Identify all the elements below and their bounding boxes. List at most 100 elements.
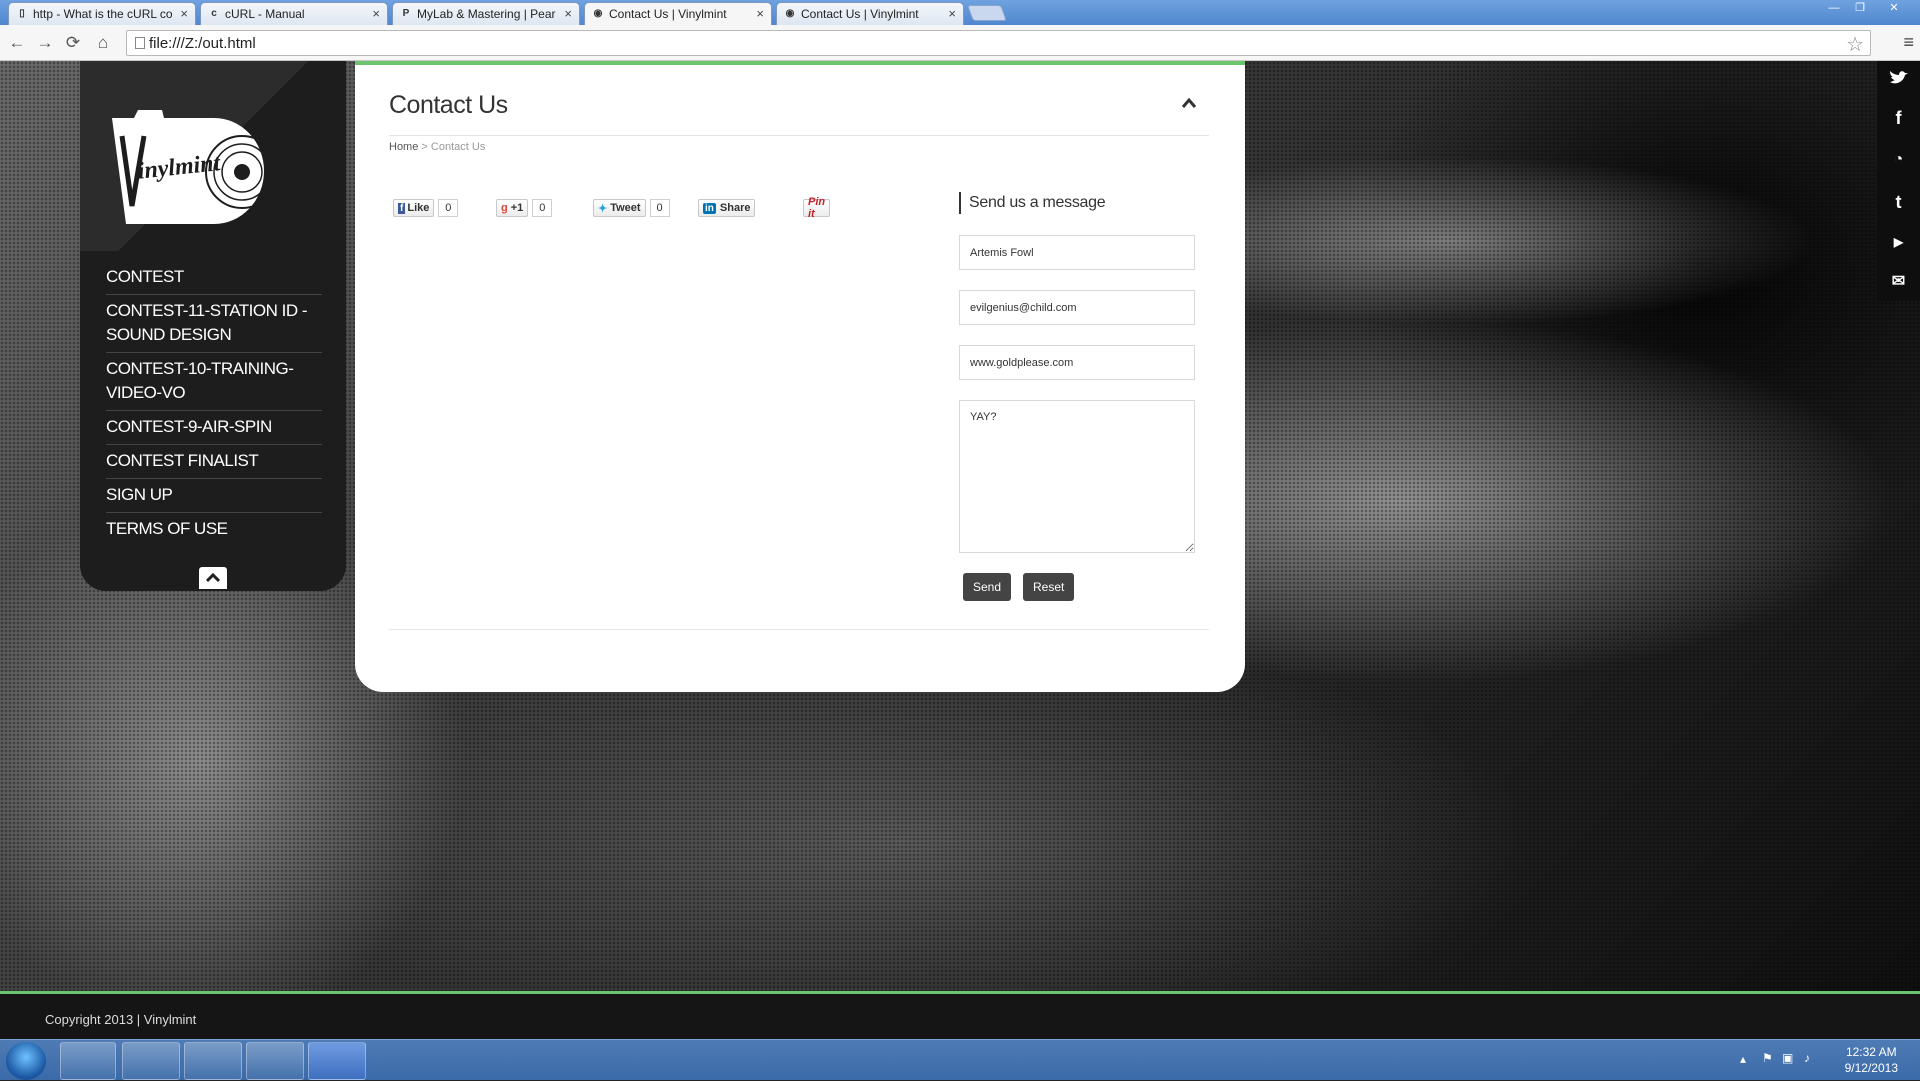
window-close-icon[interactable]: ✕ (1874, 1, 1914, 17)
breadcrumb-separator: > (421, 141, 428, 153)
name-field[interactable] (959, 235, 1195, 270)
gplus-widget: g +1 0 (496, 199, 553, 217)
volume-icon[interactable]: ♪ (1804, 1051, 1810, 1065)
start-button[interactable] (6, 1042, 46, 1080)
gplus-button[interactable]: g +1 (496, 199, 529, 217)
powershell-taskbar-icon[interactable] (60, 1042, 116, 1080)
back-icon[interactable]: ← (6, 32, 28, 54)
send-button[interactable]: Send (963, 573, 1012, 601)
rss-icon[interactable]: ◔ (1877, 143, 1920, 177)
facebook-icon[interactable]: f (1877, 101, 1920, 135)
tweet-widget: ✦ Tweet 0 (593, 199, 670, 217)
system-tray: ▴ ⚑ ▣ ♪ 12:32 AM 9/12/2013 (1710, 1040, 1920, 1081)
browser-tab[interactable]: ▯ http - What is the cURL co × (8, 2, 196, 25)
website-field[interactable] (959, 345, 1195, 380)
gplus-count: 0 (532, 199, 553, 217)
vinylmint-logo[interactable]: inylmint (104, 106, 294, 226)
vinylmint-icon: ◉ (785, 8, 795, 19)
restore-icon[interactable]: ❐ (1848, 1, 1872, 17)
social-rail: f ◔ t ▶ ✉ (1877, 61, 1920, 301)
email-field[interactable] (959, 290, 1195, 325)
menu-item-sign-up[interactable]: SIGN UP (106, 479, 322, 513)
breadcrumb: Home > Contact Us (389, 141, 485, 153)
chevron-up-icon[interactable] (1181, 97, 1197, 109)
pin-it-button[interactable]: Pin it (803, 196, 831, 220)
network-taskbar-icon[interactable] (308, 1042, 366, 1080)
explorer-taskbar-icon[interactable] (122, 1042, 180, 1080)
reset-button[interactable]: Reset (1023, 573, 1075, 601)
chevron-up-icon (205, 572, 221, 583)
copyright-text: Copyright 2013 | Vinylmint (45, 1012, 197, 1027)
flag-icon[interactable]: ⚑ (1762, 1051, 1773, 1065)
forward-icon[interactable]: → (34, 32, 56, 54)
vinylmint-icon: ◉ (593, 8, 603, 19)
tab-close-icon[interactable]: × (564, 6, 572, 21)
menu-item-contest-9[interactable]: CONTEST-9-AIR-SPIN (106, 411, 322, 445)
minimize-icon[interactable]: — (1822, 1, 1846, 17)
os-taskbar: ▴ ⚑ ▣ ♪ 12:32 AM 9/12/2013 (0, 1039, 1920, 1080)
left-sidebar: inylmint CONTEST CONTEST-11-STATION ID -… (80, 61, 346, 591)
new-tab-button[interactable] (967, 5, 1007, 21)
menu-item-contest-10[interactable]: CONTEST-10-TRAINING-VIDEO-VO (106, 353, 322, 411)
menu-item-contest-11[interactable]: CONTEST-11-STATION ID - SOUND DESIGN (106, 295, 322, 353)
page-title: Contact Us (389, 91, 508, 119)
tweet-label: Tweet (610, 202, 641, 214)
sidebar-collapse-button[interactable] (199, 567, 227, 589)
form-heading: Send us a message (959, 192, 1106, 214)
browser-tab[interactable]: P MyLab & Mastering | Pear × (392, 2, 580, 25)
pinterest-widget: Pin it (803, 196, 831, 220)
linkedin-widget: in Share (698, 199, 756, 217)
doc-icon: ▯ (19, 8, 25, 19)
tab-label: MyLab & Mastering | Pear (417, 7, 556, 21)
chrome-taskbar-icon[interactable] (184, 1042, 242, 1080)
twitter-bird-icon: ✦ (598, 202, 608, 215)
facebook-like-button[interactable]: f Like (393, 199, 435, 217)
gplus-icon: g (501, 202, 508, 214)
twitter-bird-icon (1889, 71, 1908, 84)
notepad-taskbar-icon[interactable] (246, 1042, 304, 1080)
tab-label: http - What is the cURL co (33, 7, 173, 21)
curl-icon: c (211, 8, 217, 19)
reload-icon[interactable]: ⟳ (62, 32, 84, 54)
menu-item-contest-finalist[interactable]: CONTEST FINALIST (106, 445, 322, 479)
tab-close-icon[interactable]: × (180, 6, 188, 21)
browser-tabstrip: ▯ http - What is the cURL co × c cURL - … (0, 0, 1920, 26)
p-icon: P (402, 8, 410, 19)
clock[interactable]: 12:32 AM 9/12/2013 (1845, 1044, 1898, 1076)
bookmark-star-icon[interactable]: ☆ (1846, 32, 1864, 57)
tab-close-icon[interactable]: × (948, 6, 956, 21)
tab-close-icon[interactable]: × (756, 6, 764, 21)
linkedin-share-button[interactable]: in Share (698, 199, 756, 217)
clock-time: 12:32 AM (1845, 1045, 1897, 1059)
browser-tab[interactable]: c cURL - Manual × (200, 2, 388, 25)
youtube-icon[interactable]: ▶ (1877, 225, 1920, 259)
page-footer: Copyright 2013 | Vinylmint (0, 991, 1920, 1039)
address-bar[interactable]: file:///Z:/out.html ☆ (126, 30, 1871, 56)
browser-tab-active[interactable]: ◉ Contact Us | Vinylmint × (584, 2, 772, 26)
twitter-icon[interactable] (1877, 61, 1920, 95)
facebook-icon: f (398, 202, 406, 214)
tab-label: cURL - Manual (225, 7, 305, 21)
tray-expand-icon[interactable]: ▴ (1740, 1052, 1746, 1066)
home-icon[interactable]: ⌂ (92, 32, 114, 54)
network-icon[interactable]: ▣ (1782, 1051, 1793, 1065)
tab-label: Contact Us | Vinylmint (801, 7, 919, 21)
tweet-button[interactable]: ✦ Tweet (593, 199, 646, 217)
browser-menu-icon[interactable]: ≡ (1903, 32, 1914, 53)
message-field[interactable]: YAY? (959, 400, 1195, 553)
browser-tab[interactable]: ◉ Contact Us | Vinylmint × (776, 2, 964, 25)
mail-icon[interactable]: ✉ (1877, 265, 1920, 299)
sidebar-menu: CONTEST CONTEST-11-STATION ID - SOUND DE… (106, 261, 322, 546)
breadcrumb-home[interactable]: Home (389, 141, 418, 153)
content-card: Contact Us Home > Contact Us f Like 0 g +1… (355, 61, 1245, 692)
menu-item-contest[interactable]: CONTEST (106, 261, 322, 295)
tab-label: Contact Us | Vinylmint (609, 7, 727, 21)
url-text[interactable]: file:///Z:/out.html (149, 35, 256, 52)
tumblr-icon[interactable]: t (1877, 185, 1920, 219)
tab-close-icon[interactable]: × (372, 6, 380, 21)
menu-item-terms-of-use[interactable]: TERMS OF USE (106, 513, 322, 546)
card-divider (389, 629, 1209, 630)
page-icon (135, 37, 145, 49)
share-label: Share (719, 202, 751, 214)
gplus-label: +1 (510, 202, 524, 214)
